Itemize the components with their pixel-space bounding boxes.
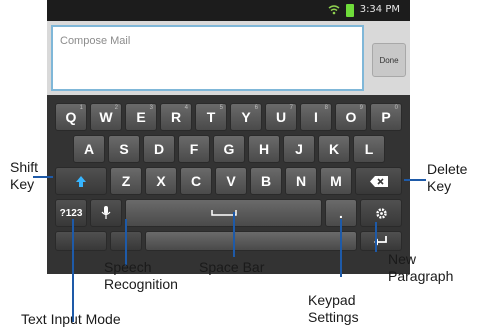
key-p[interactable]: P0 xyxy=(370,103,402,131)
space-bar-label: Space Bar xyxy=(199,259,265,275)
key-w[interactable]: W2 xyxy=(90,103,122,131)
new-paragraph-callout-line xyxy=(375,222,377,252)
microphone-icon xyxy=(101,206,111,219)
shift-key[interactable] xyxy=(55,167,107,195)
keypad-callout-line xyxy=(340,219,342,277)
delete-key[interactable] xyxy=(355,167,402,195)
new-paragraph-key[interactable] xyxy=(360,231,402,251)
key-c[interactable]: C xyxy=(180,167,212,195)
key-d[interactable]: D xyxy=(143,135,175,163)
compose-placeholder: Compose Mail xyxy=(60,35,131,47)
key-n[interactable]: N xyxy=(285,167,317,195)
key-o[interactable]: O9 xyxy=(335,103,367,131)
key-k[interactable]: K xyxy=(318,135,350,163)
key-a[interactable]: A xyxy=(73,135,105,163)
key-j[interactable]: J xyxy=(283,135,315,163)
compose-mail-field[interactable]: Compose Mail xyxy=(51,25,364,91)
speech-recognition-label: Speech Recognition xyxy=(104,259,178,292)
shift-arrow-icon xyxy=(76,175,86,187)
text-input-mode-label: Text Input Mode xyxy=(21,311,121,327)
keyboard-bottom-wide-key[interactable] xyxy=(145,231,357,251)
keypad-settings-label: Keypad Settings xyxy=(308,292,359,325)
key-s[interactable]: S xyxy=(108,135,140,163)
keyboard-bottom-key-left[interactable] xyxy=(55,231,107,251)
backspace-icon xyxy=(369,175,388,187)
key-l[interactable]: L xyxy=(353,135,385,163)
key-g[interactable]: G xyxy=(213,135,245,163)
status-bar: 3:34 PM xyxy=(47,0,410,21)
key-t[interactable]: T5 xyxy=(195,103,227,131)
key-h[interactable]: H xyxy=(248,135,280,163)
key-v[interactable]: V xyxy=(215,167,247,195)
keypad-settings-key[interactable] xyxy=(360,199,402,227)
key-m[interactable]: M xyxy=(320,167,352,195)
key-y[interactable]: Y6 xyxy=(230,103,262,131)
key-r[interactable]: R4 xyxy=(160,103,192,131)
compose-area: Compose Mail Done xyxy=(47,21,410,95)
text-mode-callout-line xyxy=(72,219,74,322)
battery-icon xyxy=(346,4,354,17)
keyboard: Q1 W2 E3 R4 T5 Y6 U7 I8 O9 P0 A S D F G … xyxy=(47,95,410,274)
speech-key[interactable] xyxy=(90,199,122,227)
new-paragraph-label: New Paragraph xyxy=(388,251,454,284)
key-e[interactable]: E3 xyxy=(125,103,157,131)
wifi-icon xyxy=(328,5,340,15)
status-time: 3:34 PM xyxy=(359,4,400,15)
key-z[interactable]: Z xyxy=(110,167,142,195)
key-i[interactable]: I8 xyxy=(300,103,332,131)
done-button[interactable]: Done xyxy=(372,43,406,77)
delete-callout-line xyxy=(404,179,426,181)
shift-key-label: Shift Key xyxy=(10,159,39,192)
key-x[interactable]: X xyxy=(145,167,177,195)
phone-screen: 3:34 PM Compose Mail Done Q1 W2 E3 R4 T5… xyxy=(47,0,410,274)
gear-icon xyxy=(375,207,387,219)
key-f[interactable]: F xyxy=(178,135,210,163)
text-input-mode-key[interactable]: ?123 xyxy=(55,199,87,227)
key-u[interactable]: U7 xyxy=(265,103,297,131)
key-q[interactable]: Q1 xyxy=(55,103,87,131)
space-bar[interactable] xyxy=(125,199,322,227)
space-callout-line xyxy=(233,212,235,257)
key-b[interactable]: B xyxy=(250,167,282,195)
delete-key-label: Delete Key xyxy=(427,161,468,194)
